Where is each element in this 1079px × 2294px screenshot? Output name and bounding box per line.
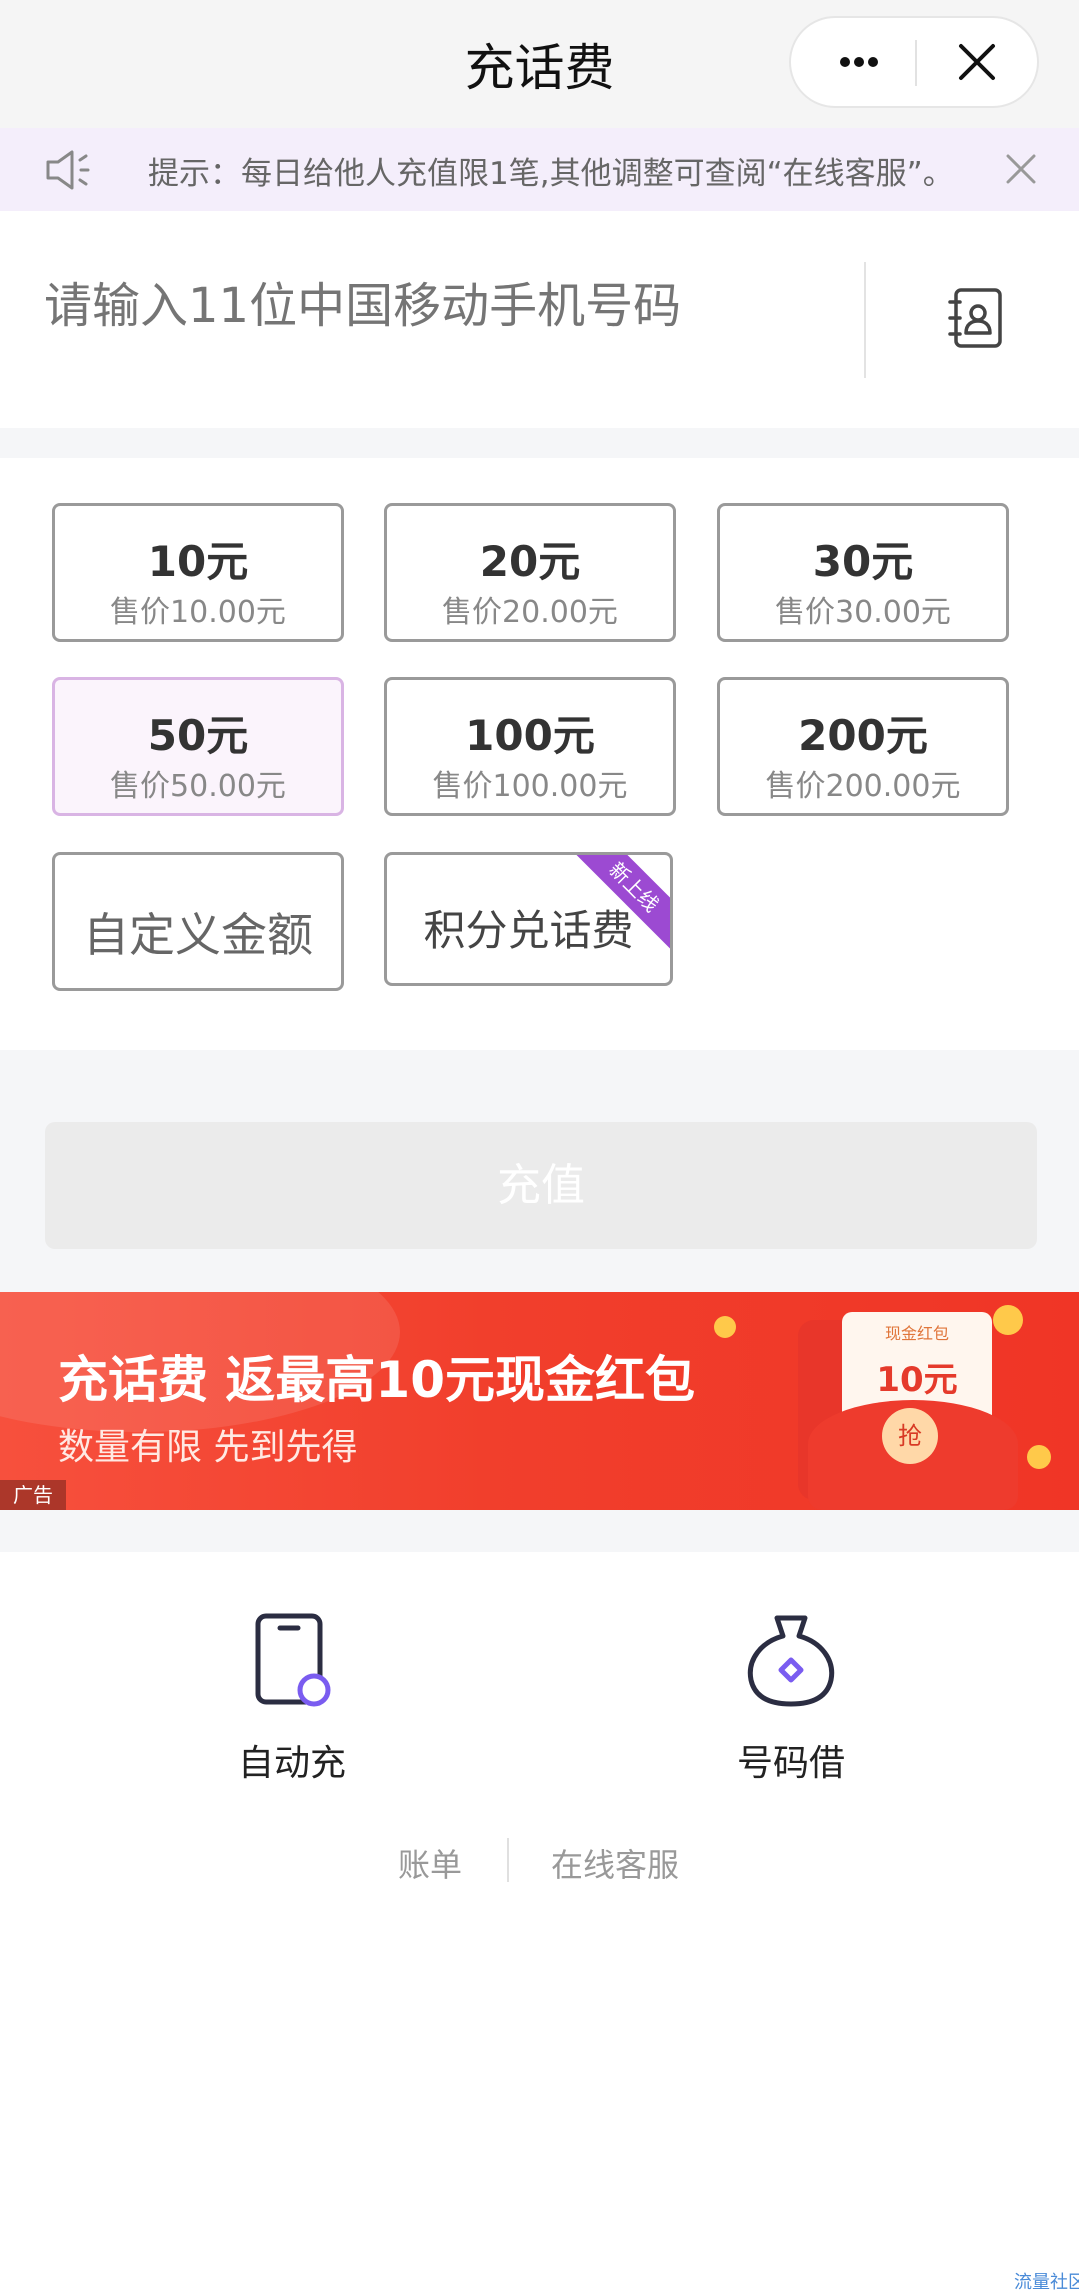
close-icon: [959, 44, 995, 80]
link-divider: [507, 1838, 509, 1882]
amount-price: 售价200.00元: [765, 769, 961, 804]
notice-text: 提示：每日给他人充值限1笔,其他调整可查阅“在线客服”。: [148, 156, 954, 192]
phone-number-input[interactable]: [44, 278, 844, 334]
amount-option-50[interactable]: 50元 售价50.00元: [52, 677, 344, 816]
close-notice-icon[interactable]: [1006, 154, 1036, 184]
custom-amount-option[interactable]: 自定义金额: [52, 852, 344, 991]
more-dots-icon: [840, 57, 878, 67]
grab-badge: 抢: [882, 1408, 938, 1464]
title-bar: 充话费: [0, 0, 1079, 128]
coin-icon: [1027, 1445, 1051, 1469]
banner-headline: 充话费 返最高10元现金红包: [58, 1351, 695, 1409]
amount-option-100[interactable]: 100元 售价100.00元: [384, 677, 676, 816]
amount-price: 售价100.00元: [432, 769, 628, 804]
watermark: 流量社区: [1014, 2272, 1079, 2293]
number-loan-label: 号码借: [736, 1743, 845, 1784]
envelope-amount: 10元: [876, 1360, 958, 1400]
amount-value: 50元: [147, 711, 249, 760]
contacts-icon[interactable]: [946, 286, 1006, 350]
amount-value: 10元: [147, 537, 249, 586]
amount-option-20[interactable]: 20元 售价20.00元: [384, 503, 676, 642]
mini-program-capsule: [789, 16, 1039, 108]
amount-value: 200元: [798, 711, 928, 760]
points-exchange-option[interactable]: 积分兑话费 新上线: [384, 852, 673, 986]
amount-value: 100元: [465, 711, 595, 760]
envelope-label: 现金红包: [884, 1324, 949, 1343]
number-loan-entry[interactable]: 号码借: [691, 1612, 891, 1792]
ad-banner[interactable]: 充话费 返最高10元现金红包 数量有限 先到先得 现金红包 10元 抢 广告: [0, 1292, 1079, 1510]
amount-value: 20元: [479, 537, 581, 586]
auto-recharge-label: 自动充: [237, 1743, 346, 1784]
recharge-button[interactable]: 充值: [45, 1122, 1037, 1249]
online-service-link[interactable]: 在线客服: [551, 1840, 679, 1886]
section-divider: [0, 1510, 1079, 1552]
amount-option-30[interactable]: 30元 售价30.00元: [717, 503, 1009, 642]
amount-price: 售价20.00元: [442, 595, 618, 630]
more-button[interactable]: [791, 18, 927, 106]
amount-option-10[interactable]: 10元 售价10.00元: [52, 503, 344, 642]
bill-link[interactable]: 账单: [398, 1840, 462, 1886]
ad-label: 广告: [0, 1480, 66, 1510]
phone-auto-icon: [255, 1613, 331, 1707]
banner-subline: 数量有限 先到先得: [58, 1427, 358, 1468]
amount-price: 售价50.00元: [110, 769, 286, 804]
amount-value: 30元: [812, 537, 914, 586]
custom-amount-label: 自定义金额: [83, 908, 313, 962]
amount-option-200[interactable]: 200元 售价200.00元: [717, 677, 1009, 816]
amount-price: 售价30.00元: [775, 595, 951, 630]
close-button[interactable]: [917, 18, 1037, 106]
coin-icon: [993, 1305, 1023, 1335]
coin-icon: [714, 1316, 736, 1338]
input-divider: [864, 262, 866, 378]
money-bag-icon: [747, 1615, 835, 1707]
notice-bar: 提示：每日给他人充值限1笔,其他调整可查阅“在线客服”。: [0, 128, 1079, 211]
section-divider: [0, 428, 1079, 458]
auto-recharge-entry[interactable]: 自动充: [192, 1612, 392, 1792]
amount-price: 售价10.00元: [110, 595, 286, 630]
speaker-icon: [46, 150, 90, 190]
